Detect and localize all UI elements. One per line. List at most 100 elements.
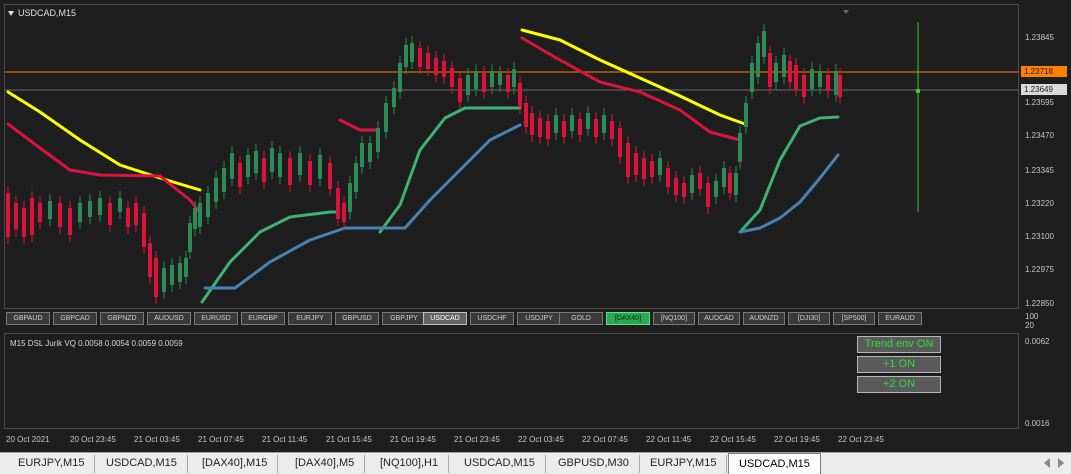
bull-candle	[410, 43, 414, 62]
bull-candle	[178, 263, 182, 282]
bull-candle	[586, 113, 590, 129]
bull-candle	[360, 143, 364, 167]
bull-candle	[376, 128, 380, 152]
bear-candle	[442, 61, 446, 77]
bull-candle	[78, 203, 82, 222]
price-label-6: 1.23345	[1025, 166, 1054, 175]
bear-candle	[418, 48, 422, 67]
bear-candle	[706, 183, 710, 207]
separator-axis-top: 100	[1025, 312, 1039, 321]
bear-candle	[108, 203, 112, 225]
bear-candle	[126, 208, 130, 227]
tab-gbpusd-m30[interactable]: GBPUSD,M30	[548, 455, 640, 473]
symbol-button-gbpcad[interactable]: GBPCAD	[53, 312, 97, 325]
blue-trend-line-2	[738, 153, 840, 234]
symbol-button-sp500[interactable]: [SP500]	[833, 312, 875, 325]
tab-usdcad-m15-2[interactable]: USDCAD,M15	[454, 455, 546, 473]
symbol-button-dji30[interactable]: [DJI30]	[788, 312, 830, 325]
time-label: 22 Oct 11:45	[646, 435, 692, 444]
bull-candle	[398, 63, 402, 92]
symbol-button-gbpusd[interactable]: GBPUSD	[335, 312, 379, 325]
bear-candle	[134, 203, 138, 225]
bull-candle	[384, 103, 388, 132]
chart-tab-bar: EURJPY,M15 USDCAD,M15 [DAX40],M15 [DAX40…	[0, 452, 1071, 474]
tab-usdcad-m15[interactable]: USDCAD,M15	[96, 455, 188, 473]
tab-scroll-left-icon[interactable]	[1044, 458, 1050, 468]
tab-eurjpy-m15[interactable]: EURJPY,M15	[8, 455, 96, 473]
bull-candle	[738, 133, 742, 162]
bull-candle	[254, 151, 258, 173]
bear-candle	[328, 163, 332, 189]
symbol-button-euraud[interactable]: EURAUD	[878, 312, 922, 325]
bull-candle	[298, 153, 302, 175]
trend-env-button[interactable]: Trend env ON	[857, 336, 941, 353]
time-label: 21 Oct 11:45	[262, 435, 308, 444]
bear-candle	[14, 203, 18, 229]
symbol-button-eurgbp[interactable]: EURGBP	[241, 312, 285, 325]
symbol-button-usdchf[interactable]: USDCHF	[470, 312, 514, 325]
bull-candle	[774, 63, 778, 82]
indicator-axis-top: 0.0062	[1025, 337, 1050, 346]
symbol-button-gold[interactable]: GOLD	[559, 312, 603, 325]
symbol-button-eurusd[interactable]: EURUSD	[194, 312, 238, 325]
symbol-button-audnzd[interactable]: AUDNZD	[743, 312, 785, 325]
time-label: 22 Oct 07:45	[582, 435, 628, 444]
tab-scroll-right-icon[interactable]	[1058, 458, 1064, 468]
bull-candle	[762, 31, 766, 57]
bull-candle	[474, 71, 478, 89]
symbol-button-gbpnzd[interactable]: GBPNZD	[100, 312, 144, 325]
indicator-title: M15 DSL Jurik VQ 0.0058 0.0054 0.0059 0.…	[10, 339, 183, 348]
tab-dax40-m15[interactable]: [DAX40],M15	[192, 455, 279, 473]
symbol-button-audcad[interactable]: AUDCAD	[698, 312, 740, 325]
symbol-button-gbpjpy[interactable]: GBPJPY	[382, 312, 426, 325]
bull-candle	[714, 181, 718, 197]
bull-candle	[570, 115, 574, 131]
bull-candle	[750, 63, 754, 92]
tab-nq100-h1[interactable]: [NQ100],H1	[370, 455, 450, 473]
time-label: 21 Oct 23:45	[454, 435, 500, 444]
bull-candle	[834, 71, 838, 95]
bull-candle	[722, 168, 726, 187]
bull-candle	[744, 103, 748, 127]
bull-candle	[214, 178, 218, 202]
plus1-button[interactable]: +1 ON	[857, 356, 941, 373]
symbol-button-usdjpy[interactable]: USDJPY	[517, 312, 561, 325]
bear-candle	[698, 173, 702, 189]
bear-candle	[30, 198, 34, 235]
symbol-button-audusd[interactable]: AUDUSD	[147, 312, 191, 325]
bull-candle	[222, 168, 226, 192]
bull-candle	[554, 115, 558, 133]
symbol-button-eurjpy[interactable]: EURJPY	[288, 312, 332, 325]
bull-candle	[270, 148, 274, 172]
bull-candle	[490, 71, 494, 87]
bear-candle	[262, 158, 266, 182]
bear-candle	[22, 208, 26, 237]
bear-candle	[450, 68, 454, 87]
tab-dax40-m5[interactable]: [DAX40],M5	[285, 455, 366, 473]
time-label: 21 Oct 15:45	[326, 435, 372, 444]
tab-eurjpy-m15-2[interactable]: EURJPY,M15	[640, 455, 728, 473]
bear-candle	[482, 73, 486, 92]
bull-candle	[98, 198, 102, 215]
bear-candle	[6, 193, 10, 237]
bear-candle	[626, 143, 630, 177]
plus2-button[interactable]: +2 ON	[857, 376, 941, 393]
price-label-7: 1.23220	[1025, 199, 1054, 208]
symbol-button-gbpaud[interactable]: GBPAUD	[6, 312, 50, 325]
hline-price-tag: 1.23718	[1021, 66, 1067, 77]
bear-candle	[642, 158, 646, 179]
bear-candle	[530, 113, 534, 135]
bear-candle	[336, 188, 340, 219]
time-label: 22 Oct 19:45	[774, 435, 820, 444]
symbol-button-nq100[interactable]: [NQ100]	[653, 312, 695, 325]
symbol-button-usdcad[interactable]: USDCAD	[423, 312, 467, 325]
bull-candle	[206, 193, 210, 217]
time-label: 22 Oct 23:45	[838, 435, 884, 444]
symbol-button-dax40[interactable]: [DAX40]	[606, 312, 650, 325]
bear-candle	[506, 75, 510, 92]
bull-candle	[318, 155, 322, 179]
bull-candle	[602, 115, 606, 133]
red-band-line-1	[6, 122, 200, 212]
tab-usdcad-m15-active[interactable]: USDCAD,M15	[728, 453, 821, 474]
bull-candle	[810, 69, 814, 89]
